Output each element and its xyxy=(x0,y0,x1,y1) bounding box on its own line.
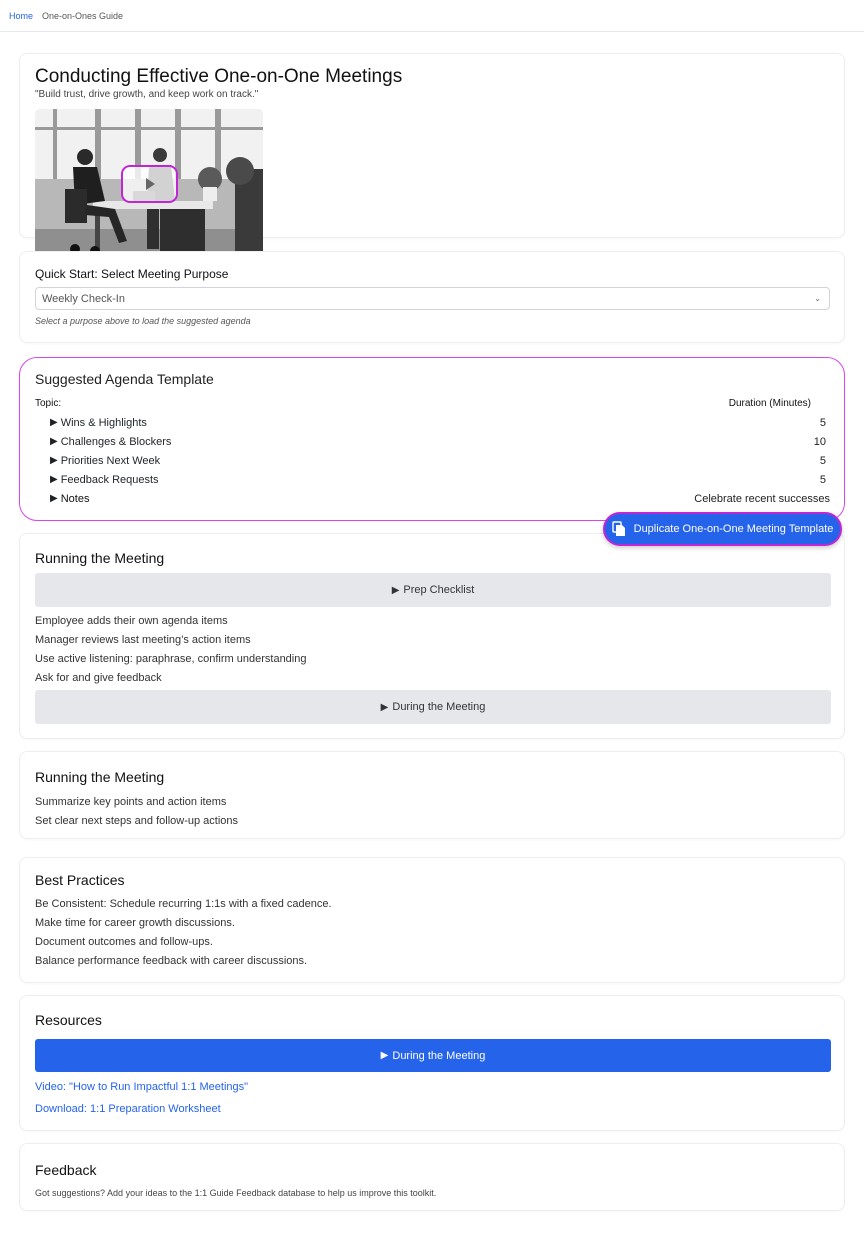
list-item: Document outcomes and follow-ups. xyxy=(35,936,213,948)
meeting-purpose-select[interactable]: Weekly Check-In ⌄ xyxy=(35,287,830,310)
duplicate-template-button[interactable]: Duplicate One-on-One Meeting Template xyxy=(603,512,842,546)
triangle-right-icon: ▶ xyxy=(380,1050,389,1061)
triangle-right-icon: ▶ xyxy=(50,436,58,447)
resources-card: Resources ▶ During the Meeting Video: "H… xyxy=(19,995,845,1131)
section-title: Running the Meeting xyxy=(35,769,165,785)
page-quote: "Build trust, drive growth, and keep wor… xyxy=(35,89,259,100)
play-icon xyxy=(145,178,155,190)
breadcrumb-home-link[interactable]: Home xyxy=(9,11,33,21)
triangle-right-icon: ▶ xyxy=(50,417,58,428)
during-meeting-label: During the Meeting xyxy=(392,1049,486,1062)
section-title: Feedback xyxy=(35,1162,97,1178)
agenda-topic: Feedback Requests xyxy=(60,473,159,486)
feedback-text: Got suggestions? Add your ideas to the 1… xyxy=(35,1188,437,1198)
breadcrumb-current: One-on-Ones Guide xyxy=(42,10,124,21)
video-resource-link[interactable]: Video: "How to Run Impactful 1:1 Meeting… xyxy=(35,1081,248,1093)
agenda-row[interactable]: ▶ Notes Celebrate recent successes xyxy=(50,489,830,508)
running-meeting-card-2: Running the Meeting Summarize key points… xyxy=(19,751,845,839)
prep-checklist-toggle[interactable]: ▶ Prep Checklist xyxy=(35,573,831,607)
during-meeting-button[interactable]: ▶ During the Meeting xyxy=(35,1039,831,1072)
checklist-item: Ask for and give feedback xyxy=(35,672,162,684)
feedback-card: Feedback Got suggestions? Add your ideas… xyxy=(19,1143,845,1211)
checklist-item: Manager reviews last meeting’s action it… xyxy=(35,634,251,646)
agenda-topic: Wins & Highlights xyxy=(60,416,147,429)
breadcrumb: Home One-on-Ones Guide xyxy=(0,0,864,32)
triangle-right-icon: ▶ xyxy=(380,701,389,713)
agenda-duration: 5 xyxy=(819,454,826,467)
agenda-duration-header: Duration (Minutes) xyxy=(728,398,811,409)
play-video-button[interactable] xyxy=(121,165,178,203)
triangle-right-icon: ▶ xyxy=(391,584,400,596)
list-item: Set clear next steps and follow-up actio… xyxy=(35,815,239,827)
triangle-right-icon: ▶ xyxy=(50,474,58,485)
list-item: Summarize key points and action items xyxy=(35,796,227,808)
duplicate-template-label: Duplicate One-on-One Meeting Template xyxy=(633,523,834,535)
best-practices-card: Best Practices Be Consistent: Schedule r… xyxy=(19,857,845,983)
agenda-topic: Priorities Next Week xyxy=(60,454,161,467)
chevron-down-icon: ⌄ xyxy=(814,294,821,303)
download-resource-link[interactable]: Download: 1:1 Preparation Worksheet xyxy=(35,1103,221,1115)
hero-card: Conducting Effective One-on-One Meetings… xyxy=(19,53,845,261)
checklist-item: Use active listening: paraphrase, confir… xyxy=(35,653,307,665)
agenda-topic-header: Topic: xyxy=(35,398,62,409)
section-title: Best Practices xyxy=(35,872,125,888)
list-item: Make time for career growth discussions. xyxy=(35,917,235,929)
during-meeting-toggle[interactable]: ▶ During the Meeting xyxy=(35,690,831,724)
agenda-row[interactable]: ▶ Priorities Next Week 5 xyxy=(50,451,830,470)
agenda-note: Celebrate recent successes xyxy=(694,492,830,505)
checklist-item: Employee adds their own agenda items xyxy=(35,615,228,627)
prep-checklist-label: Prep Checklist xyxy=(403,584,475,596)
section-title: Running the Meeting xyxy=(35,550,165,566)
agenda-title: Suggested Agenda Template xyxy=(35,371,214,387)
during-meeting-label: During the Meeting xyxy=(392,701,486,713)
meeting-illustration xyxy=(35,109,263,261)
triangle-right-icon: ▶ xyxy=(50,493,58,504)
agenda-row[interactable]: ▶ Feedback Requests 5 xyxy=(50,470,830,489)
list-item: Be Consistent: Schedule recurring 1:1s w… xyxy=(35,898,332,910)
quick-start-card: Quick Start: Select Meeting Purpose Week… xyxy=(19,251,845,343)
agenda-row[interactable]: ▶ Challenges & Blockers 10 xyxy=(50,432,830,451)
agenda-topic: Notes xyxy=(60,492,90,505)
agenda-row[interactable]: ▶ Wins & Highlights 5 xyxy=(50,413,830,432)
agenda-duration: 5 xyxy=(819,416,826,429)
list-item: Balance performance feedback with career… xyxy=(35,955,308,967)
agenda-topic: Challenges & Blockers xyxy=(60,435,172,448)
section-title: Resources xyxy=(35,1012,102,1028)
meeting-purpose-value: Weekly Check-In xyxy=(42,292,125,305)
quick-start-label: Quick Start: Select Meeting Purpose xyxy=(35,267,229,281)
agenda-duration: 5 xyxy=(819,473,826,486)
copy-icon xyxy=(611,521,625,536)
running-meeting-card: Running the Meeting ▶ Prep Checklist Emp… xyxy=(19,533,845,739)
triangle-right-icon: ▶ xyxy=(50,455,58,466)
agenda-duration: 10 xyxy=(813,435,826,448)
quick-start-help: Select a purpose above to load the sugge… xyxy=(35,316,251,326)
agenda-card: Suggested Agenda Template Topic: Duratio… xyxy=(19,357,845,521)
page-title: Conducting Effective One-on-One Meetings xyxy=(35,66,403,87)
